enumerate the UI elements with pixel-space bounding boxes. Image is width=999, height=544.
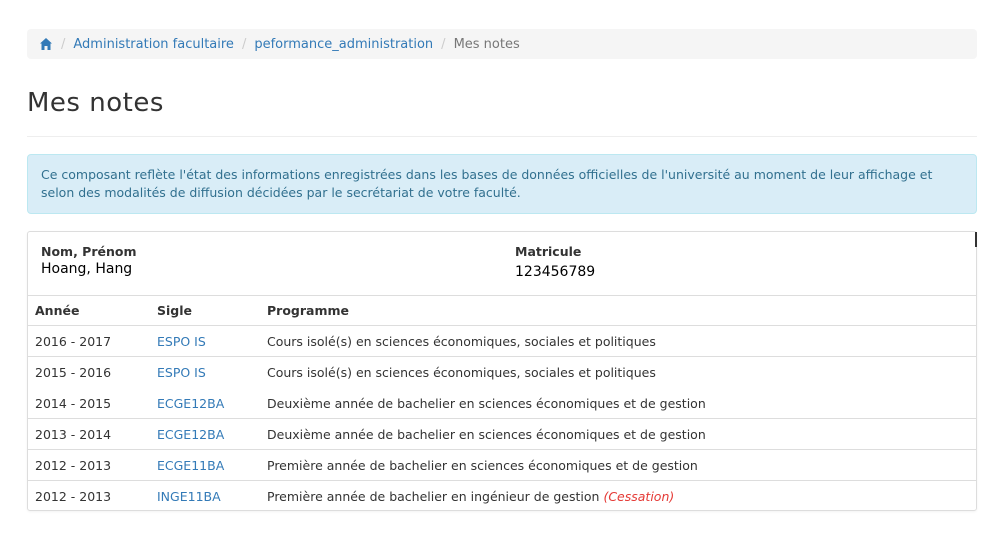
cell-programme: Cours isolé(s) en sciences économiques, … bbox=[267, 333, 656, 349]
cell-annee: 2016 - 2017 bbox=[35, 333, 112, 349]
student-name-value: Hoang, Hang bbox=[41, 261, 133, 277]
column-header-sigle: Sigle bbox=[157, 303, 192, 318]
info-alert: Ce composant reflète l'état des informat… bbox=[27, 154, 977, 214]
programs-table: Année Sigle Programme 2016 - 2017 ESPO I… bbox=[28, 295, 976, 512]
column-header-annee: Année bbox=[35, 303, 80, 318]
info-alert-text: Ce composant reflète l'état des informat… bbox=[41, 167, 933, 200]
column-header-programme: Programme bbox=[267, 303, 349, 318]
cell-programme: Première année de bachelier en ingénieur… bbox=[267, 489, 976, 504]
home-icon[interactable] bbox=[39, 37, 53, 51]
grades-panel: Nom, Prénom Hoang, Hang Matricule 123456… bbox=[27, 231, 977, 511]
sigle-link[interactable]: ECGE11BA bbox=[157, 458, 224, 473]
table-row: 2014 - 2015 ECGE12BA Deuxième année de b… bbox=[28, 388, 976, 419]
cell-annee: 2013 - 2014 bbox=[35, 426, 112, 442]
cell-annee: 2012 - 2013 bbox=[35, 489, 112, 504]
sigle-link[interactable]: ECGE12BA bbox=[157, 427, 224, 442]
cell-programme-text: Première année de bachelier en ingénieur… bbox=[267, 489, 600, 504]
student-name-block: Nom, Prénom Hoang, Hang bbox=[41, 244, 137, 277]
scrollbar-marker bbox=[975, 232, 977, 247]
breadcrumb-link-performance-administration[interactable]: peformance_administration bbox=[254, 37, 433, 52]
sigle-link[interactable]: INGE11BA bbox=[157, 489, 221, 504]
student-name-label: Nom, Prénom bbox=[41, 244, 137, 259]
cell-annee: 2014 - 2015 bbox=[35, 395, 112, 411]
cell-annee: 2015 - 2016 bbox=[35, 365, 112, 380]
cell-programme: Deuxième année de bachelier en sciences … bbox=[267, 426, 706, 442]
breadcrumb-link-administration-facultaire[interactable]: Administration facultaire bbox=[73, 37, 234, 52]
student-matricule-value: 123456789 bbox=[515, 264, 596, 280]
sigle-link[interactable]: ECGE12BA bbox=[157, 396, 224, 411]
breadcrumb-separator: / bbox=[441, 36, 446, 52]
page-title: Mes notes bbox=[27, 88, 164, 118]
table-row: 2013 - 2014 ECGE12BA Deuxième année de b… bbox=[28, 419, 976, 450]
title-divider bbox=[27, 136, 977, 137]
breadcrumb-separator: / bbox=[241, 36, 247, 52]
table-row: 2012 - 2013 ECGE11BA Première année de b… bbox=[28, 450, 976, 481]
cell-annee: 2012 - 2013 bbox=[35, 457, 112, 473]
sigle-link[interactable]: ESPO IS bbox=[157, 334, 206, 349]
cessation-status: (Cessation) bbox=[603, 489, 675, 504]
cell-programme: Deuxième année de bachelier en sciences … bbox=[267, 395, 706, 411]
table-header-row: Année Sigle Programme bbox=[28, 296, 976, 326]
student-matricule-label: Matricule bbox=[515, 244, 582, 259]
breadcrumb-separator: / bbox=[61, 36, 66, 52]
cell-programme: Première année de bachelier en sciences … bbox=[267, 457, 698, 473]
sigle-link[interactable]: ESPO IS bbox=[157, 365, 206, 380]
breadcrumb: / Administration facultaire / peformance… bbox=[27, 29, 977, 59]
cell-programme: Cours isolé(s) en sciences économiques, … bbox=[267, 365, 656, 380]
table-row: 2015 - 2016 ESPO IS Cours isolé(s) en sc… bbox=[28, 357, 976, 388]
student-matricule-block: Matricule 123456789 bbox=[515, 244, 595, 280]
table-row: 2016 - 2017 ESPO IS Cours isolé(s) en sc… bbox=[28, 326, 976, 357]
table-row: 2012 - 2013 INGE11BA Première année de b… bbox=[28, 481, 976, 512]
breadcrumb-current: Mes notes bbox=[453, 36, 520, 52]
